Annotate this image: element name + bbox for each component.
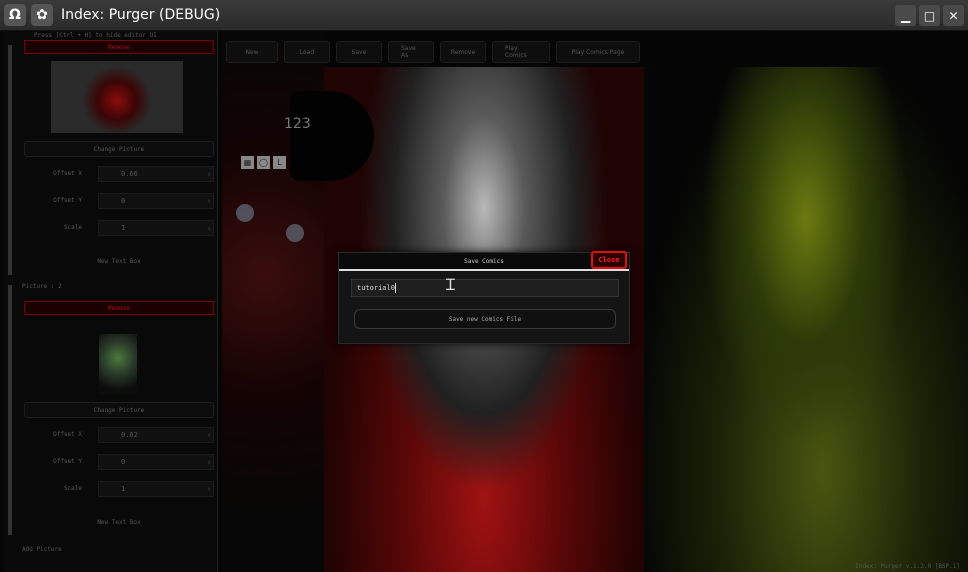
filename-value: tutorial0 [357, 284, 395, 292]
panel-tools: ▦ ◯ L [241, 156, 286, 169]
spinner-icon[interactable]: ⇕ [207, 483, 211, 497]
window-title: Index: Purger (DEBUG) [61, 7, 221, 23]
toolbar-save-as-button[interactable]: Save As [388, 41, 434, 63]
offset-y-row: Offset Y 0 ⇕ [24, 454, 214, 470]
new-text-box-button[interactable]: New Text Box [24, 253, 214, 269]
circle-icon[interactable]: ◯ [257, 156, 270, 169]
text-caret [394, 283, 396, 293]
scale-input[interactable]: 1 ⇕ [98, 481, 214, 497]
sidebar-scroll-track[interactable] [8, 285, 12, 535]
scale-label: Scale [63, 485, 82, 492]
sidebar-scroll-track[interactable] [8, 45, 12, 275]
dialog-close-button[interactable]: Close [591, 251, 627, 269]
picture-section-label: Picture : 2 [22, 283, 62, 290]
maximize-icon[interactable]: □ [919, 5, 940, 26]
toolbar-play-comics-button[interactable]: Play Comics [492, 41, 550, 63]
toolbar-remove-button[interactable]: Remove [440, 41, 486, 63]
close-icon[interactable]: ✕ [943, 5, 964, 26]
offset-y-label: Offset Y [53, 458, 82, 465]
orb-decoration [286, 224, 304, 242]
spinner-icon[interactable]: ⇕ [207, 168, 211, 182]
comic-panel-right [644, 67, 968, 572]
comics-filename-input[interactable]: tutorial0 [351, 279, 619, 297]
top-toolbar: New Load Save Save As Remove Play Comics… [226, 41, 640, 63]
save-new-comics-button[interactable]: Save new Comics File [354, 309, 616, 329]
scale-row: Scale 1 ⇕ [24, 220, 214, 236]
grid-icon[interactable]: ▦ [241, 156, 254, 169]
change-picture-button[interactable]: Change Picture [24, 141, 214, 157]
orb-decoration [236, 204, 254, 222]
spinner-icon[interactable]: ⇕ [207, 195, 211, 209]
scale-value: 1 [121, 485, 126, 493]
window-titlebar: Ω ✿ Index: Purger (DEBUG) ▁ □ ✕ [0, 0, 968, 31]
text-cursor-icon: Ɪ [446, 275, 455, 294]
minimize-icon[interactable]: ▁ [895, 5, 916, 26]
offset-x-value: 0.66 [121, 170, 138, 178]
offset-x-label: Offset X [53, 170, 82, 177]
picture-thumbnail[interactable] [51, 61, 183, 133]
toolbar-new-button[interactable]: New [226, 41, 278, 63]
spinner-icon[interactable]: ⇕ [207, 222, 211, 236]
dialog-title: Save Comics [464, 258, 504, 265]
offset-x-input[interactable]: 0.66 ⇕ [98, 166, 214, 182]
change-picture-button[interactable]: Change Picture [24, 402, 214, 418]
picture-thumbnail[interactable] [99, 334, 137, 394]
offset-x-row: Offset X 0.62 ⇕ [24, 427, 214, 443]
spinner-icon[interactable]: ⇕ [207, 429, 211, 443]
toolbar-load-button[interactable]: Load [284, 41, 330, 63]
omega-icon[interactable]: Ω [4, 4, 26, 26]
spinner-icon[interactable]: ⇕ [207, 456, 211, 470]
offset-y-input[interactable]: 0 ⇕ [98, 454, 214, 470]
offset-y-input[interactable]: 0 ⇕ [98, 193, 214, 209]
editor-sidebar: Press [Ctrl + H] to hide editor UI Remov… [4, 31, 218, 572]
gear-icon[interactable]: ✿ [31, 4, 53, 26]
offset-y-label: Offset Y [53, 197, 82, 204]
offset-y-value: 0 [121, 197, 126, 205]
offset-x-row: Offset X 0.66 ⇕ [24, 166, 214, 182]
offset-x-input[interactable]: 0.62 ⇕ [98, 427, 214, 443]
scale-row: Scale 1 ⇕ [24, 481, 214, 497]
scale-label: Scale [63, 224, 82, 231]
save-comics-dialog: Save Comics Close tutorial0 Save new Com… [338, 251, 630, 344]
remove-picture-button[interactable]: Remove [24, 301, 214, 315]
offset-x-label: Offset X [53, 431, 82, 438]
remove-picture-button[interactable]: Remove [24, 40, 214, 54]
scale-input[interactable]: 1 ⇕ [98, 220, 214, 236]
offset-x-value: 0.62 [121, 431, 138, 439]
version-label: Index: Purger v.1.2.0 [BSP.1] [855, 563, 960, 570]
add-picture-button[interactable]: Add Picture [22, 546, 62, 553]
toolbar-play-comics-page-button[interactable]: Play Comics Page [556, 41, 640, 63]
L-icon[interactable]: L [273, 156, 286, 169]
toolbar-save-button[interactable]: Save [336, 41, 382, 63]
offset-y-row: Offset Y 0 ⇕ [24, 193, 214, 209]
new-text-box-button[interactable]: New Text Box [24, 514, 214, 530]
offset-y-value: 0 [121, 458, 126, 466]
dialog-header: Save Comics Close [339, 251, 629, 271]
editor-hint: Press [Ctrl + H] to hide editor UI [34, 32, 157, 39]
scale-value: 1 [121, 224, 126, 232]
counter-text[interactable]: 123 [284, 116, 311, 132]
